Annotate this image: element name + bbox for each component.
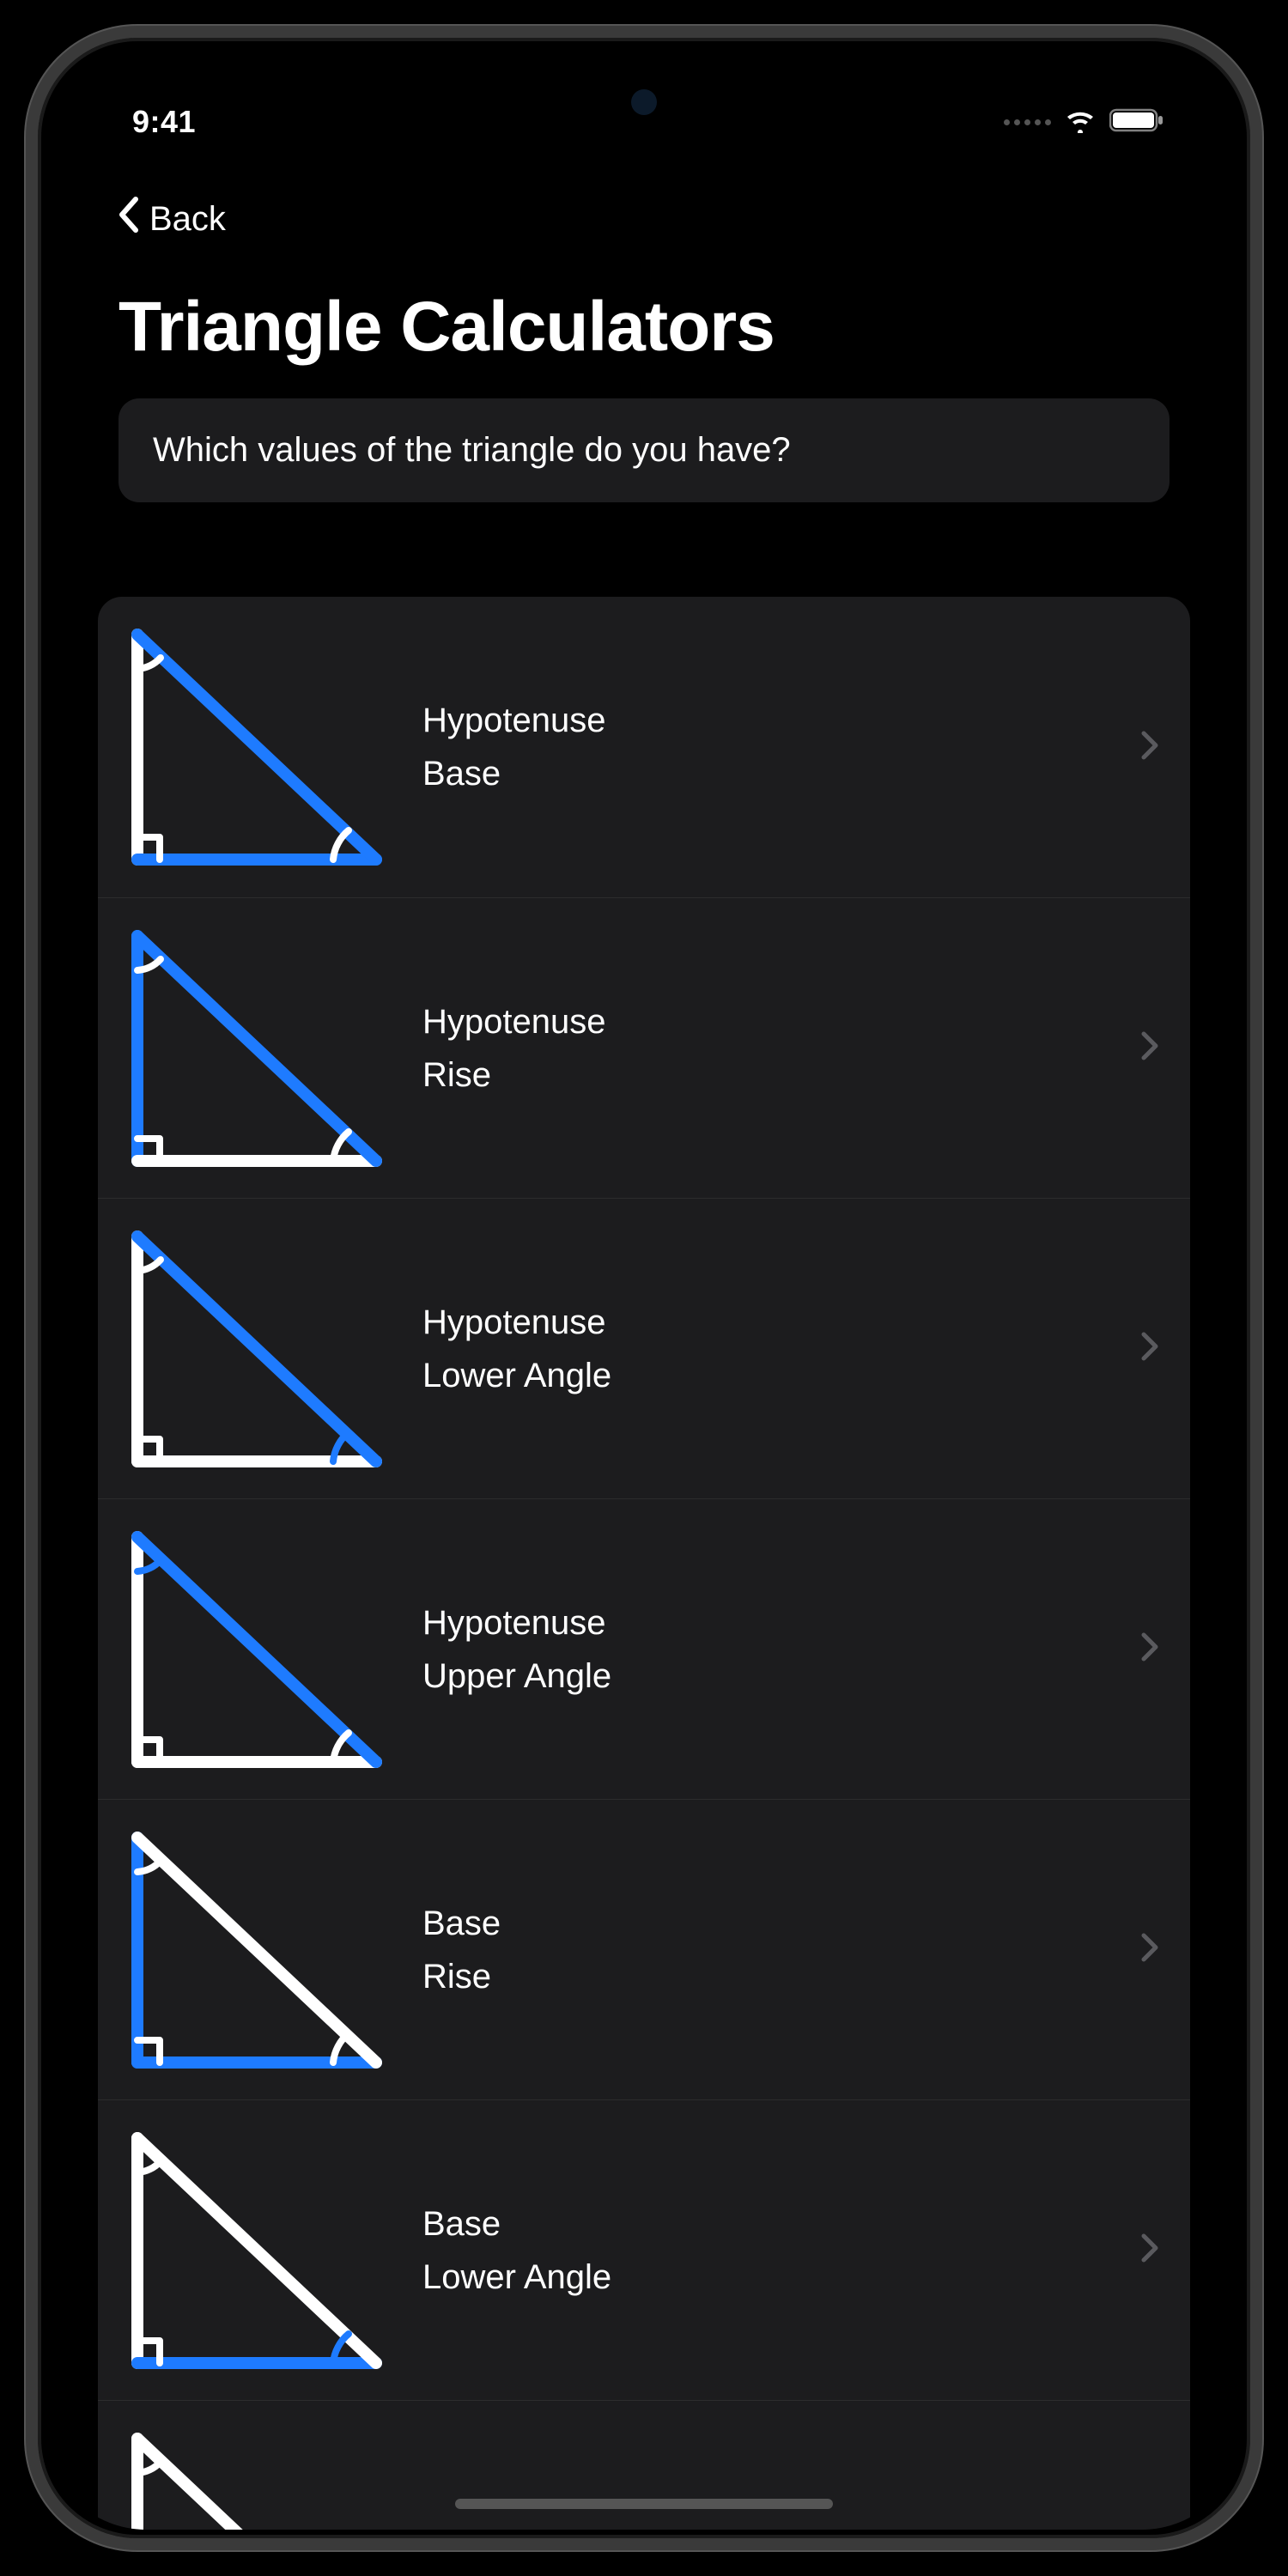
option-row[interactable]: HypotenuseBase: [98, 597, 1190, 897]
back-label: Back: [149, 200, 226, 239]
side-button: [1259, 742, 1262, 1051]
triangle-icon: [122, 623, 388, 872]
option-label-line: Lower Angle: [422, 1349, 1140, 1402]
option-row[interactable]: HypotenuseRise: [98, 897, 1190, 1198]
battery-icon: [1109, 107, 1164, 137]
option-row[interactable]: [98, 2400, 1190, 2530]
option-labels: HypotenuseRise: [422, 995, 1140, 1102]
option-label-line: Hypotenuse: [422, 1596, 1140, 1649]
option-label-line: Hypotenuse: [422, 694, 1140, 747]
home-indicator[interactable]: [455, 2499, 833, 2509]
chevron-right-icon: [1140, 1331, 1159, 1366]
phone-screen: 9:41 Back Triangle Calculators: [46, 46, 1242, 2530]
cellular-icon: [1004, 119, 1051, 125]
status-bar: 9:41: [46, 46, 1242, 149]
status-time: 9:41: [132, 104, 196, 140]
option-labels: HypotenuseUpper Angle: [422, 1596, 1140, 1703]
prompt-banner: Which values of the triangle do you have…: [118, 398, 1170, 502]
option-row[interactable]: HypotenuseLower Angle: [98, 1198, 1190, 1498]
back-button[interactable]: Back: [98, 158, 226, 263]
chevron-right-icon: [1140, 1030, 1159, 1066]
triangle-icon: [122, 2427, 388, 2530]
triangle-icon: [122, 1525, 388, 1774]
option-list: HypotenuseBase HypotenuseRise Hypotenuse…: [98, 597, 1190, 2530]
option-label-line: Rise: [422, 1950, 1140, 2003]
option-labels: BaseLower Angle: [422, 2197, 1140, 2304]
triangle-icon: [122, 924, 388, 1173]
content-area: Back Triangle Calculators Which values o…: [46, 158, 1242, 2530]
triangle-icon: [122, 2126, 388, 2375]
chevron-right-icon: [1140, 1932, 1159, 1967]
page-title: Triangle Calculators: [98, 263, 1190, 398]
triangle-icon: [122, 1826, 388, 2075]
option-labels: BaseRise: [422, 1897, 1140, 2003]
option-label-line: Base: [422, 2197, 1140, 2251]
option-label-line: Hypotenuse: [422, 995, 1140, 1048]
option-row[interactable]: HypotenuseUpper Angle: [98, 1498, 1190, 1799]
option-label-line: Lower Angle: [422, 2251, 1140, 2304]
chevron-left-icon: [117, 196, 141, 242]
option-row[interactable]: BaseRise: [98, 1799, 1190, 2099]
chevron-right-icon: [1140, 730, 1159, 765]
option-label-line: Hypotenuse: [422, 1296, 1140, 1349]
chevron-right-icon: [1140, 1631, 1159, 1667]
option-label-line: Rise: [422, 1048, 1140, 1102]
chevron-right-icon: [1140, 2233, 1159, 2268]
option-labels: HypotenuseBase: [422, 694, 1140, 800]
side-button: [26, 699, 29, 905]
option-label-line: Base: [422, 1897, 1140, 1950]
phone-frame: 9:41 Back Triangle Calculators: [26, 26, 1262, 2550]
status-indicators: [1004, 107, 1164, 137]
option-label-line: Upper Angle: [422, 1649, 1140, 1703]
triangle-icon: [122, 1224, 388, 1473]
option-labels: HypotenuseLower Angle: [422, 1296, 1140, 1402]
wifi-icon: [1063, 107, 1097, 137]
side-button: [26, 519, 29, 630]
side-button: [26, 948, 29, 1154]
option-row[interactable]: BaseLower Angle: [98, 2099, 1190, 2400]
option-label-line: Base: [422, 747, 1140, 800]
